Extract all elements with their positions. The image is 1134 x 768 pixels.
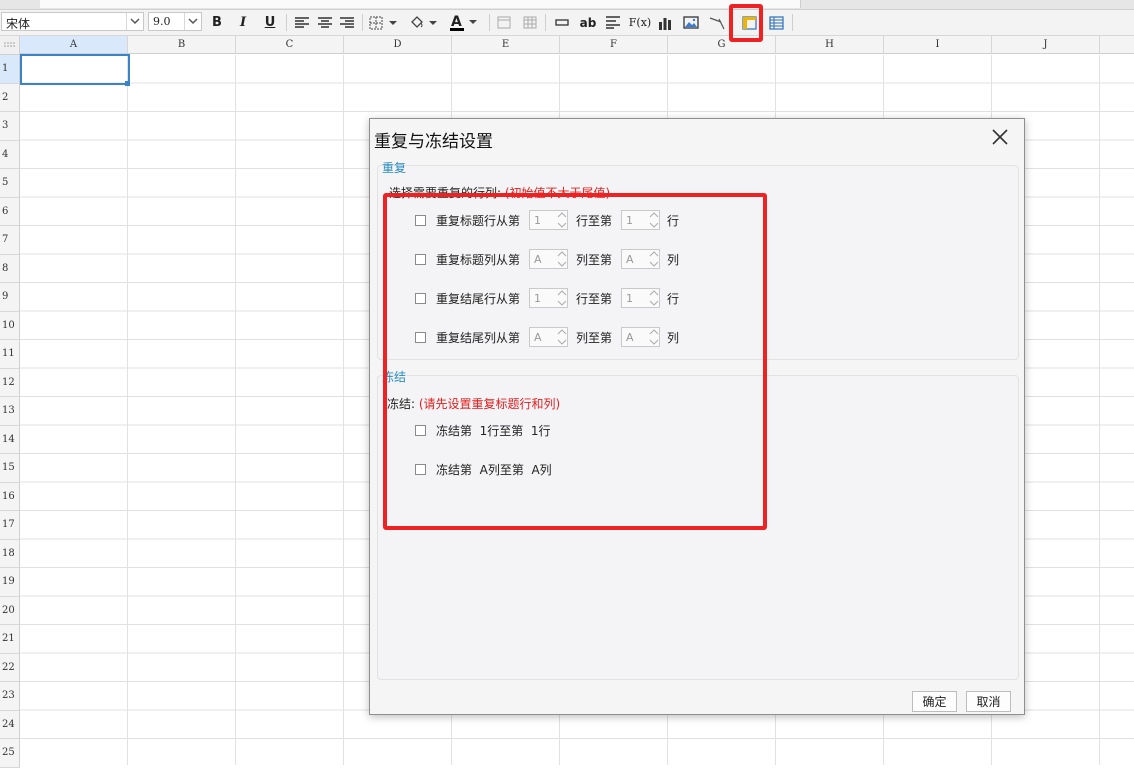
format-toolbar: 宋体 9.0 B I U A ab F(x) xyxy=(0,10,1134,36)
row-header-22[interactable]: 22 xyxy=(0,653,20,682)
row-header-17[interactable]: 17 xyxy=(0,511,20,540)
merge-cells-button[interactable] xyxy=(494,13,514,32)
ok-button[interactable]: 确定 xyxy=(912,691,957,712)
column-header-c[interactable]: C xyxy=(236,36,344,54)
table-icon xyxy=(768,15,784,30)
row-header-25[interactable]: 25 xyxy=(0,739,20,768)
document-tab-strip xyxy=(0,0,1134,10)
align-left-icon xyxy=(295,16,309,28)
column-header-i[interactable]: I xyxy=(884,36,992,54)
chevron-down-icon[interactable] xyxy=(126,13,143,30)
insert-text-button[interactable]: ab xyxy=(578,13,598,32)
row-header-7[interactable]: 7 xyxy=(0,226,20,255)
svg-text:A: A xyxy=(451,14,462,30)
row-header-4[interactable]: 4 xyxy=(0,140,20,169)
insert-formula-button[interactable]: F(x) xyxy=(628,13,652,32)
row-header-13[interactable]: 13 xyxy=(0,397,20,426)
bold-button[interactable]: B xyxy=(207,13,227,32)
align-center-button[interactable] xyxy=(315,13,335,32)
row-header-1[interactable]: 1 xyxy=(0,55,20,84)
column-header-h[interactable]: H xyxy=(776,36,884,54)
font-name-value: 宋体 xyxy=(6,17,31,31)
row-header-11[interactable]: 11 xyxy=(0,340,20,369)
row-header-18[interactable]: 18 xyxy=(0,539,20,568)
insert-chart-button[interactable] xyxy=(655,13,675,32)
row-header-20[interactable]: 20 xyxy=(0,596,20,625)
toolbar-divider xyxy=(545,14,546,31)
row-header-23[interactable]: 23 xyxy=(0,682,20,711)
font-size-select[interactable]: 9.0 xyxy=(148,12,202,31)
selected-cell[interactable] xyxy=(20,54,130,85)
align-right-icon xyxy=(340,16,354,28)
column-header-f[interactable]: F xyxy=(560,36,668,54)
row-header-19[interactable]: 19 xyxy=(0,568,20,597)
options-highlight-box xyxy=(383,193,767,530)
table-properties-button[interactable] xyxy=(766,13,786,32)
font-size-value: 9.0 xyxy=(153,15,171,28)
row-header-24[interactable]: 24 xyxy=(0,710,20,739)
cancel-button[interactable]: 取消 xyxy=(966,691,1011,712)
column-header-overflow[interactable] xyxy=(1100,36,1134,54)
paint-bucket-icon xyxy=(411,15,437,28)
row-header-2[interactable]: 2 xyxy=(0,83,20,112)
row-header-5[interactable]: 5 xyxy=(0,169,20,198)
toolbar-highlight-box xyxy=(729,4,763,42)
toolbar-divider xyxy=(362,14,363,31)
select-all-corner[interactable] xyxy=(0,36,20,55)
row-header-9[interactable]: 9 xyxy=(0,283,20,312)
insert-image-button[interactable] xyxy=(681,13,701,32)
row-header-15[interactable]: 15 xyxy=(0,454,20,483)
text-lines-icon xyxy=(606,16,620,29)
toolbar-divider xyxy=(792,14,793,31)
toolbar-divider xyxy=(286,14,287,31)
insert-field-button[interactable] xyxy=(552,13,572,32)
font-color-icon: A xyxy=(450,14,477,31)
border-icon xyxy=(369,16,397,29)
column-header-a[interactable]: A xyxy=(20,36,128,54)
dialog-title: 重复与冻结设置 xyxy=(374,132,493,152)
column-header-d[interactable]: D xyxy=(344,36,452,54)
toolbar-divider xyxy=(489,14,490,31)
row-header-8[interactable]: 8 xyxy=(0,254,20,283)
row-header-10[interactable]: 10 xyxy=(0,311,20,340)
grid-dots-icon xyxy=(4,42,15,47)
fill-color-button[interactable] xyxy=(407,13,441,32)
align-left-button[interactable] xyxy=(292,13,312,32)
image-icon xyxy=(683,16,699,29)
draw-line-button[interactable] xyxy=(707,13,727,32)
underline-button[interactable]: U xyxy=(260,13,280,32)
row-header-21[interactable]: 21 xyxy=(0,625,20,654)
document-tab[interactable] xyxy=(300,0,801,8)
close-icon[interactable] xyxy=(990,127,1010,147)
chevron-down-icon[interactable] xyxy=(184,13,201,30)
diagonal-line-icon xyxy=(709,16,725,29)
row-header-16[interactable]: 16 xyxy=(0,482,20,511)
italic-button[interactable]: I xyxy=(233,13,253,32)
row-header-14[interactable]: 14 xyxy=(0,425,20,454)
align-right-button[interactable] xyxy=(337,13,357,32)
fill-handle[interactable] xyxy=(125,81,130,86)
border-button[interactable] xyxy=(367,13,401,32)
document-tab[interactable] xyxy=(40,0,301,8)
font-name-select[interactable]: 宋体 xyxy=(1,12,144,31)
row-header-3[interactable]: 3 xyxy=(0,112,20,141)
split-cells-button[interactable] xyxy=(520,13,540,32)
column-header-j[interactable]: J xyxy=(992,36,1100,54)
column-header-e[interactable]: E xyxy=(452,36,560,54)
bar-chart-icon xyxy=(659,17,671,30)
font-color-button[interactable]: A xyxy=(447,13,481,32)
column-header-b[interactable]: B xyxy=(128,36,236,54)
merge-cells-icon xyxy=(497,16,511,29)
text-wrap-button[interactable] xyxy=(603,13,623,32)
repeat-group-title: 重复 xyxy=(382,161,407,175)
row-header-12[interactable]: 12 xyxy=(0,368,20,397)
text-field-icon xyxy=(555,18,569,26)
align-center-icon xyxy=(318,16,332,28)
split-cells-icon xyxy=(523,16,537,29)
row-header-6[interactable]: 6 xyxy=(0,197,20,226)
